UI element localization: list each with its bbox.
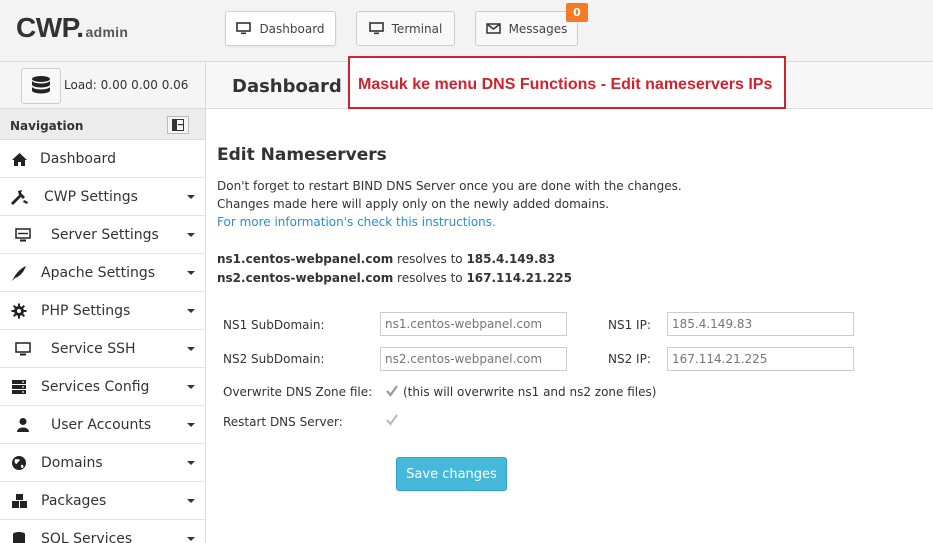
messages-button-label: Messages	[508, 21, 568, 36]
chevron-down-icon	[187, 537, 195, 541]
sidebar-item-label: Service SSH	[51, 341, 136, 357]
messages-button[interactable]: Messages 0	[475, 3, 588, 46]
sidebar-item-dashboard[interactable]: Dashboard	[0, 140, 205, 178]
feather-icon	[9, 264, 29, 282]
ns1-resolve-info: ns1.centos-webpanel.com resolves to 185.…	[217, 252, 555, 266]
ns2-subdomain-input[interactable]	[380, 347, 567, 371]
restart-notice: Don't forget to restart BIND DNS Server …	[217, 179, 682, 193]
monitor-icon	[236, 22, 252, 35]
sidebar: Navigation Dashboard CWP Settings Server…	[0, 109, 206, 543]
user-icon	[13, 416, 33, 434]
home-icon	[9, 150, 29, 168]
sidebar-item-cwp-settings[interactable]: CWP Settings	[0, 178, 205, 216]
page-title: Dashboard	[232, 76, 342, 97]
server-stack-icon	[9, 378, 29, 396]
ns2-ip-label: NS2 IP:	[608, 352, 651, 366]
sidebar-item-label: PHP Settings	[41, 303, 131, 319]
monitor-icon	[368, 22, 384, 35]
ns2-resolved-ip: 167.114.21.225	[466, 271, 572, 285]
logo-main: CWP.	[16, 12, 84, 43]
ns1-subdomain-label: NS1 SubDomain:	[223, 318, 325, 332]
chevron-down-icon	[187, 233, 195, 237]
terminal-button[interactable]: Terminal	[356, 11, 455, 46]
chevron-down-icon	[187, 195, 195, 199]
globe-icon	[9, 454, 29, 472]
database-icon	[32, 76, 50, 94]
ns1-ip-label: NS1 IP:	[608, 318, 651, 332]
top-header: CWP. admin Dashboard Terminal Messages 0	[0, 0, 933, 62]
sidebar-item-label: Server Settings	[51, 227, 159, 243]
chevron-down-icon	[187, 461, 195, 465]
chevron-down-icon	[187, 499, 195, 503]
section-title: Edit Nameservers	[217, 145, 387, 165]
sidebar-item-domains[interactable]: Domains	[0, 444, 205, 482]
dashboard-button[interactable]: Dashboard	[225, 11, 336, 46]
overwrite-zone-label: Overwrite DNS Zone file:	[223, 385, 373, 399]
sidebar-item-packages[interactable]: Packages	[0, 482, 205, 520]
main-content: Edit Nameservers Don't forget to restart…	[217, 109, 927, 543]
database-button[interactable]	[21, 68, 61, 104]
sidebar-item-label: Dashboard	[40, 151, 116, 167]
chevron-down-icon	[187, 423, 195, 427]
ns2-resolves-text: resolves to	[393, 271, 467, 285]
server-load: Load: 0.00 0.00 0.06	[64, 78, 189, 92]
chevron-down-icon	[187, 309, 195, 313]
ns2-ip-input[interactable]	[667, 347, 854, 371]
annotation-text: Masuk ke menu DNS Functions - Edit names…	[358, 76, 773, 93]
sidebar-item-service-ssh[interactable]: Service SSH	[0, 330, 205, 368]
overwrite-zone-checkbox[interactable]	[385, 384, 399, 398]
messages-count-badge: 0	[566, 3, 588, 22]
chevron-down-icon	[187, 271, 195, 275]
ns1-resolves-text: resolves to	[393, 252, 467, 266]
instructions-link[interactable]: For more information's check this instru…	[217, 215, 496, 229]
database-icon	[9, 530, 29, 543]
terminal-button-label: Terminal	[391, 21, 443, 36]
sidebar-toggle-button[interactable]	[167, 116, 189, 134]
sidebar-item-server-settings[interactable]: Server Settings	[0, 216, 205, 254]
monitor-icon	[13, 340, 33, 358]
load-bar: Load: 0.00 0.00 0.06	[0, 62, 206, 109]
logo-sub: admin	[85, 24, 129, 40]
overwrite-zone-note: (this will overwrite ns1 and ns2 zone fi…	[403, 385, 657, 399]
navigation-header: Navigation	[0, 109, 205, 140]
dashboard-button-label: Dashboard	[259, 21, 325, 36]
sidebar-item-services-config[interactable]: Services Config	[0, 368, 205, 406]
sidebar-item-apache-settings[interactable]: Apache Settings	[0, 254, 205, 292]
sidebar-item-label: SQL Services	[41, 531, 133, 543]
ns2-host: ns2.centos-webpanel.com	[217, 271, 394, 285]
envelope-icon	[485, 23, 501, 34]
navigation-title: Navigation	[10, 119, 84, 133]
sidebar-item-php-settings[interactable]: PHP Settings	[0, 292, 205, 330]
ns2-resolve-info: ns2.centos-webpanel.com resolves to 167.…	[217, 271, 572, 285]
tools-icon	[9, 188, 29, 206]
sidebar-item-label: Services Config	[41, 379, 150, 395]
ns1-subdomain-input[interactable]	[380, 312, 567, 336]
annotation-box: Masuk ke menu DNS Functions - Edit names…	[348, 56, 786, 109]
sidebar-item-sql-services[interactable]: SQL Services	[0, 520, 205, 543]
cubes-icon	[9, 492, 29, 510]
gear-icon	[9, 302, 29, 320]
restart-dns-label: Restart DNS Server:	[223, 415, 343, 429]
ns1-host: ns1.centos-webpanel.com	[217, 252, 394, 266]
sidebar-item-label: Domains	[41, 455, 103, 471]
ns1-resolved-ip: 185.4.149.83	[466, 252, 556, 266]
chevron-down-icon	[187, 385, 195, 389]
sidebar-item-label: CWP Settings	[44, 189, 138, 205]
changes-notice: Changes made here will apply only on the…	[217, 197, 610, 211]
sidebar-item-label: Apache Settings	[41, 265, 156, 281]
server-icon	[13, 226, 33, 244]
logo[interactable]: CWP. admin	[16, 12, 128, 44]
ns2-subdomain-label: NS2 SubDomain:	[223, 352, 325, 366]
ns1-ip-input[interactable]	[667, 312, 854, 336]
layout-icon	[172, 119, 184, 131]
sidebar-item-label: User Accounts	[51, 417, 152, 433]
restart-dns-checkbox[interactable]	[385, 413, 399, 427]
sidebar-item-user-accounts[interactable]: User Accounts	[0, 406, 205, 444]
save-changes-button[interactable]: Save changes	[396, 457, 507, 491]
chevron-down-icon	[187, 347, 195, 351]
sidebar-item-label: Packages	[41, 493, 107, 509]
